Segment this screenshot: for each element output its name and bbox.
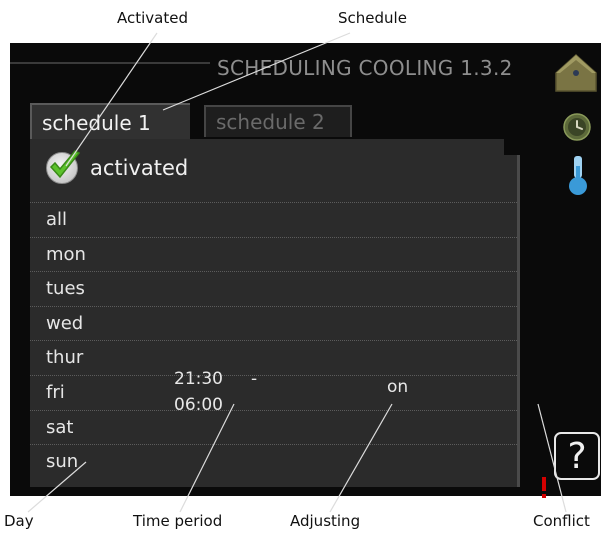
day-row-wed[interactable]: wed: [30, 305, 517, 341]
activated-checkbox[interactable]: activated: [46, 150, 189, 185]
page-title: SCHEDULING COOLING 1.3.2: [217, 56, 513, 80]
callout-time-period: Time period: [133, 512, 223, 530]
time-period-start: 21:30: [174, 369, 223, 389]
callout-schedule: Schedule: [338, 9, 407, 27]
checkmark-icon: [46, 150, 81, 184]
callout-day: Day: [4, 512, 34, 530]
day-row-sun[interactable]: sun: [30, 444, 517, 479]
day-row-fri[interactable]: fri: [30, 374, 517, 410]
day-label: wed: [46, 312, 84, 334]
time-period[interactable]: 21:30 - 06:00: [174, 366, 257, 418]
callout-conflict: Conflict: [533, 512, 590, 530]
day-row-sat[interactable]: sat: [30, 409, 517, 445]
callout-activated: Activated: [117, 9, 188, 27]
day-row-thur[interactable]: thur: [30, 340, 517, 375]
day-label: all: [46, 209, 68, 230]
device-screen: SCHEDULING COOLING 1.3.2 schedule 1 sche…: [10, 43, 601, 498]
conflict-marker-dot: [542, 494, 546, 498]
day-row-all[interactable]: all: [30, 202, 517, 237]
activated-label: activated: [90, 156, 189, 180]
time-period-end: 06:00: [174, 395, 223, 415]
header-rule: [10, 62, 210, 64]
schedule-panel: activated all mon tues wed thur fri sat …: [30, 139, 546, 498]
day-label: thur: [46, 347, 84, 369]
day-label: sun: [46, 451, 79, 473]
day-list: all mon tues wed thur fri sat sun: [30, 202, 517, 479]
tab-schedule-2[interactable]: schedule 2: [204, 105, 352, 137]
panel-corner: [504, 139, 520, 155]
day-label: tues: [46, 278, 85, 300]
day-row-mon[interactable]: mon: [30, 236, 517, 272]
day-label: mon: [46, 243, 86, 265]
callout-adjusting: Adjusting: [290, 512, 361, 530]
help-button[interactable]: ?: [554, 432, 600, 480]
thermometer-icon[interactable]: [568, 154, 588, 198]
conflict-marker: [542, 477, 546, 491]
house-icon[interactable]: [552, 51, 600, 95]
clock-icon[interactable]: [562, 112, 592, 142]
time-period-dash: -: [251, 369, 258, 389]
day-label: fri: [46, 381, 65, 403]
day-row-tues[interactable]: tues: [30, 271, 517, 306]
adjusting-value[interactable]: on: [387, 377, 408, 397]
day-label: sat: [46, 416, 74, 438]
tab-schedule-1[interactable]: schedule 1: [30, 103, 190, 139]
